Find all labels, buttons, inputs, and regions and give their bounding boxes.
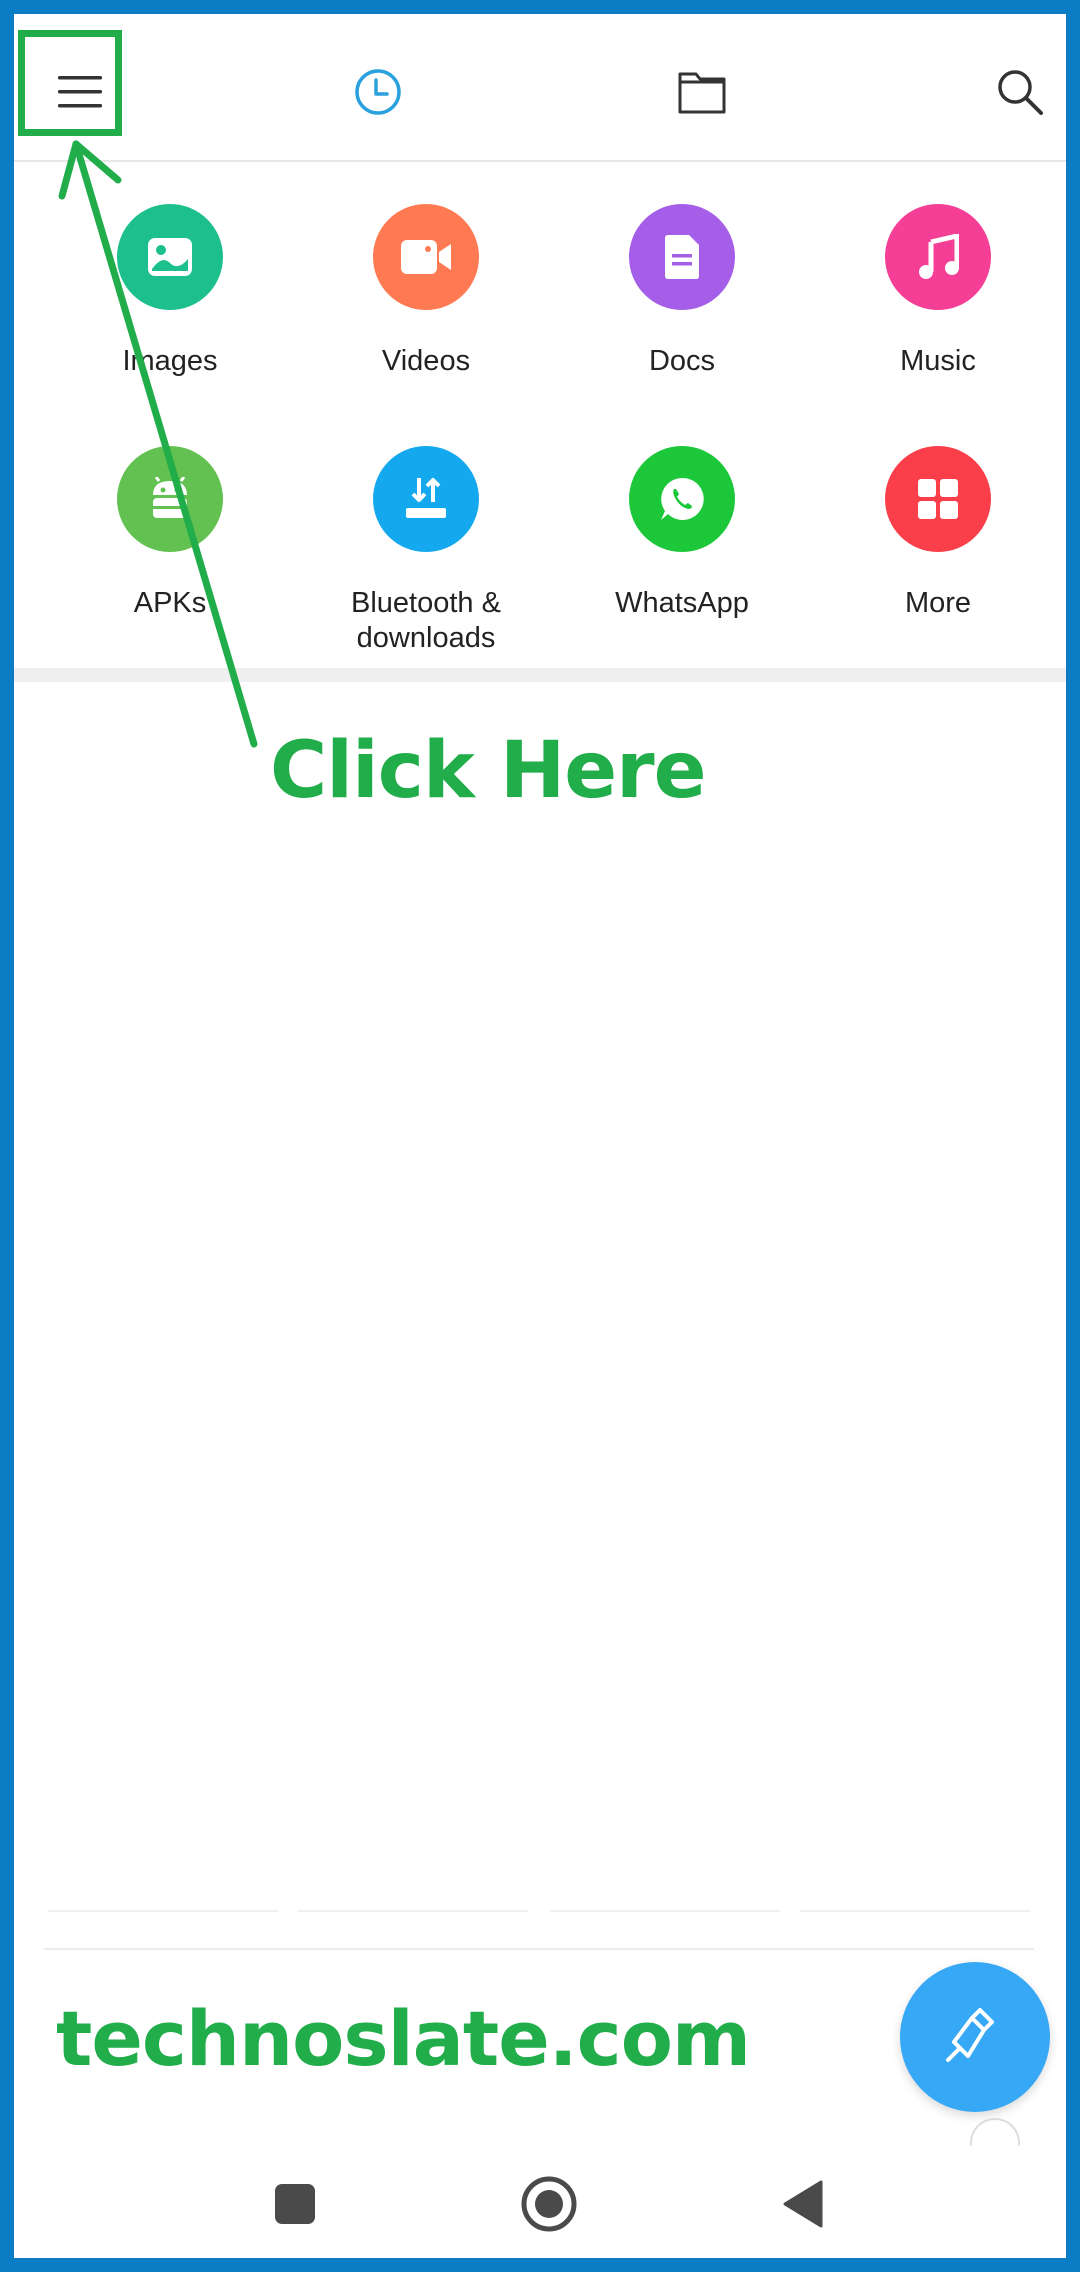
divider-line — [800, 1910, 1030, 1912]
back-nav-button[interactable] — [758, 2164, 848, 2244]
more-circle — [885, 446, 991, 552]
square-icon — [275, 2184, 315, 2224]
recent-tab-button[interactable] — [338, 52, 418, 132]
category-music[interactable]: Music — [810, 204, 1066, 379]
category-label: WhatsApp — [615, 587, 749, 619]
home-nav-button[interactable] — [504, 2164, 594, 2244]
document-icon — [665, 235, 699, 279]
divider-line — [298, 1910, 528, 1912]
category-more[interactable]: More — [810, 446, 1066, 621]
section-divider — [14, 668, 1066, 682]
divider-line — [550, 1910, 780, 1912]
folder-icon — [678, 72, 726, 114]
grid-icon — [918, 479, 958, 519]
top-bar — [14, 14, 1066, 162]
docs-circle — [629, 204, 735, 310]
category-label: Bluetooth & downloads — [351, 587, 501, 654]
music-note-icon — [919, 234, 959, 279]
category-label: Music — [900, 345, 976, 377]
search-icon — [998, 70, 1043, 115]
videos-circle — [373, 204, 479, 310]
search-button[interactable] — [980, 52, 1060, 132]
click-here-annotation: Click Here — [270, 726, 707, 816]
category-videos[interactable]: Videos — [298, 204, 554, 379]
category-label: APKs — [133, 587, 207, 619]
highlight-box — [18, 30, 122, 136]
category-images[interactable]: Images — [42, 204, 298, 379]
clean-fab-button[interactable] — [900, 1962, 1050, 2112]
music-circle — [885, 204, 991, 310]
system-nav-bar — [14, 2154, 1066, 2258]
category-docs[interactable]: Docs — [554, 204, 810, 379]
bluetooth-downloads-circle — [373, 446, 479, 552]
apks-circle — [117, 446, 223, 552]
back-triangle-icon — [783, 2180, 823, 2228]
recents-nav-button[interactable] — [250, 2164, 340, 2244]
files-tab-button[interactable] — [662, 52, 742, 132]
home-circle-icon — [521, 2176, 577, 2232]
image-icon — [148, 238, 192, 276]
video-camera-icon — [401, 240, 451, 274]
category-label: Docs — [648, 345, 716, 377]
category-label: Videos — [381, 345, 471, 377]
category-bluetooth-downloads[interactable]: Bluetooth & downloads — [298, 446, 554, 656]
whatsapp-circle — [629, 446, 735, 552]
category-whatsapp[interactable]: WhatsApp — [554, 446, 810, 621]
divider-line — [44, 1948, 1034, 1950]
category-label: Images — [122, 345, 218, 377]
whatsapp-icon — [661, 477, 704, 520]
category-label: More — [904, 587, 972, 619]
android-icon — [153, 477, 187, 518]
watermark-site: technoslate.com — [56, 1994, 751, 2083]
download-icon — [406, 478, 446, 518]
divider-line — [48, 1910, 278, 1912]
broom-clean-icon — [946, 2008, 994, 2062]
category-apks[interactable]: APKs — [42, 446, 298, 621]
images-circle — [117, 204, 223, 310]
clock-icon — [355, 69, 401, 115]
file-manager-screen: Images Videos Docs Music APKs Bluetooth … — [14, 14, 1066, 2258]
